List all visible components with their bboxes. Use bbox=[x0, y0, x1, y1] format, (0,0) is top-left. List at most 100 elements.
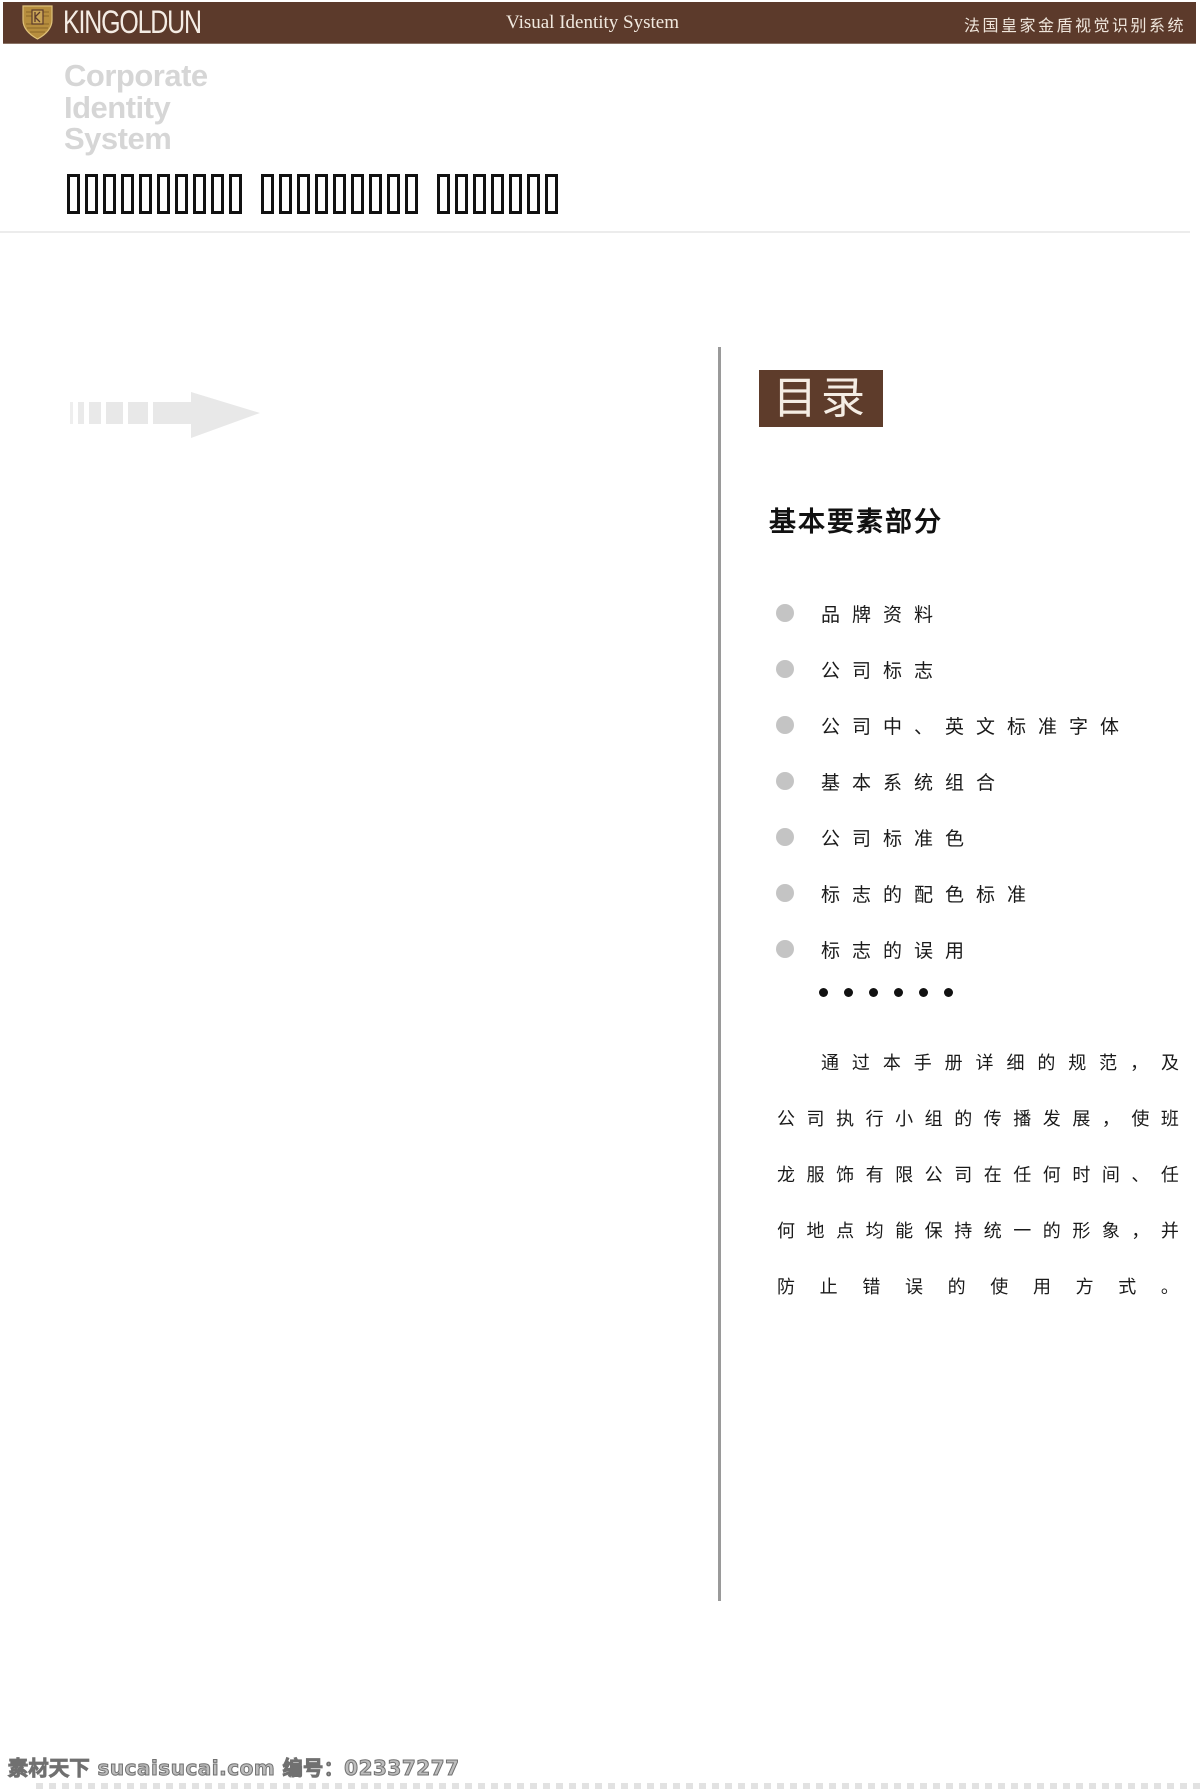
paragraph-char: 地 bbox=[806, 1221, 825, 1242]
missing-glyph-box bbox=[455, 174, 468, 214]
missing-glyph-box bbox=[297, 174, 310, 214]
paragraph-char: 班 bbox=[1160, 1109, 1179, 1130]
toc-badge: 目录 bbox=[759, 370, 883, 427]
paragraph-char: 规 bbox=[1068, 1053, 1087, 1074]
paragraph-char: 过 bbox=[851, 1053, 870, 1074]
missing-glyph-box bbox=[545, 174, 558, 214]
paragraph-char: 细 bbox=[1006, 1053, 1025, 1074]
paragraph-char: 误 bbox=[904, 1277, 923, 1298]
ellipsis-dot bbox=[944, 988, 953, 997]
missing-glyph-box bbox=[67, 174, 80, 214]
toc-item[interactable]: 基本系统组合 bbox=[776, 753, 1131, 809]
paragraph-char: 防 bbox=[777, 1277, 795, 1298]
paragraph-char: 错 bbox=[862, 1277, 881, 1298]
toc-item-label: 公司标准色 bbox=[821, 827, 977, 850]
header-center-title: Visual Identity System bbox=[506, 12, 680, 33]
missing-glyph-box bbox=[85, 174, 98, 214]
paragraph-char: 均 bbox=[865, 1221, 884, 1242]
site-watermark: 素材天下 sucaisucai.com 编号：02337277 bbox=[8, 1756, 460, 1781]
paragraph-char: 司 bbox=[954, 1165, 973, 1186]
vertical-rule bbox=[718, 347, 721, 1601]
section-heading: 基本要素部分 bbox=[769, 507, 943, 538]
title-word bbox=[67, 174, 242, 220]
paragraph-char: 在 bbox=[983, 1165, 1002, 1186]
toc-item[interactable]: 公司中、英文标准字体 bbox=[776, 697, 1131, 753]
missing-glyph-box bbox=[491, 174, 504, 214]
paragraph-char: ， bbox=[1131, 1221, 1150, 1242]
cis-line: System bbox=[64, 121, 172, 156]
cis-watermark-text: Corporate Identity System bbox=[64, 60, 208, 155]
paragraph-char: 发 bbox=[1042, 1109, 1061, 1130]
bullet-icon bbox=[776, 604, 794, 622]
paragraph-char: 任 bbox=[1160, 1165, 1179, 1186]
shield-logo-icon bbox=[22, 5, 53, 40]
paragraph-char: 有 bbox=[865, 1165, 884, 1186]
paragraph-line: 防 止 错 误 的 使 用 方 式 。 bbox=[777, 1258, 1179, 1314]
paragraph-char: 的 bbox=[947, 1277, 966, 1298]
paragraph-char: 服 bbox=[806, 1165, 825, 1186]
missing-glyph-box bbox=[261, 174, 274, 214]
ellipsis-dots bbox=[819, 988, 953, 997]
toc-list: 品牌资料 公司标志 公司中、英文标准字体 基本系统组合 公司标准色 标志的配色标… bbox=[776, 585, 1131, 977]
paragraph-char: 何 bbox=[777, 1221, 795, 1242]
toc-item[interactable]: 标志的误用 bbox=[776, 921, 1131, 977]
paragraph-char: 保 bbox=[924, 1221, 943, 1242]
intro-paragraph: 通过本手册详细的规范，及公司执行小组的传播发展，使班龙服饰有限公司在任何时间、任… bbox=[777, 1034, 1179, 1314]
toc-item[interactable]: 标志的配色标准 bbox=[776, 865, 1131, 921]
paragraph-char: 行 bbox=[865, 1109, 884, 1130]
ellipsis-dot bbox=[869, 988, 878, 997]
paragraph-char: 象 bbox=[1101, 1221, 1120, 1242]
paragraph-char: 本 bbox=[882, 1053, 901, 1074]
paragraph-char: 使 bbox=[1131, 1109, 1150, 1130]
paragraph-char: 播 bbox=[1013, 1109, 1032, 1130]
toc-item[interactable]: 品牌资料 bbox=[776, 585, 1131, 641]
ellipsis-dot bbox=[844, 988, 853, 997]
toc-item-label: 公司中、英文标准字体 bbox=[821, 715, 1132, 738]
missing-glyph-box bbox=[103, 174, 116, 214]
missing-glyph-box bbox=[351, 174, 364, 214]
paragraph-char: 组 bbox=[924, 1109, 943, 1130]
ellipsis-dot bbox=[919, 988, 928, 997]
missing-glyph-box bbox=[509, 174, 522, 214]
cis-line: Identity bbox=[64, 89, 171, 125]
ellipsis-dot bbox=[894, 988, 903, 997]
paragraph-char: 何 bbox=[1042, 1165, 1061, 1186]
paragraph-char: 执 bbox=[836, 1109, 855, 1130]
paragraph-char: 持 bbox=[954, 1221, 973, 1242]
paragraph-char: 、 bbox=[1131, 1165, 1150, 1186]
paragraph-char: 的 bbox=[1037, 1053, 1056, 1074]
paragraph-char: 间 bbox=[1101, 1165, 1120, 1186]
missing-glyph-box bbox=[121, 174, 134, 214]
paragraph-char: 公 bbox=[924, 1165, 943, 1186]
paragraph-char: 手 bbox=[913, 1053, 932, 1074]
bullet-icon bbox=[776, 716, 794, 734]
paragraph-char: 一 bbox=[1013, 1221, 1032, 1242]
bullet-icon bbox=[776, 772, 794, 790]
paragraph-char: 饰 bbox=[836, 1165, 855, 1186]
paragraph-char: 通 bbox=[821, 1053, 839, 1074]
paragraph-char: 及 bbox=[1160, 1053, 1179, 1074]
missing-glyph-box bbox=[387, 174, 400, 214]
paragraph-char: 形 bbox=[1072, 1221, 1091, 1242]
page-title-missing-glyphs bbox=[67, 174, 558, 220]
toc-item-label: 标志的误用 bbox=[821, 939, 977, 962]
paragraph-char: 的 bbox=[954, 1109, 973, 1130]
missing-glyph-box bbox=[405, 174, 418, 214]
paragraph-char: 时 bbox=[1072, 1165, 1091, 1186]
toc-item[interactable]: 公司标准色 bbox=[776, 809, 1131, 865]
paragraph-char: 能 bbox=[895, 1221, 914, 1242]
header-divider bbox=[0, 231, 1190, 233]
toc-item[interactable]: 公司标志 bbox=[776, 641, 1131, 697]
paragraph-char: 任 bbox=[1013, 1165, 1032, 1186]
missing-glyph-box bbox=[315, 174, 328, 214]
missing-glyph-box bbox=[279, 174, 292, 214]
paragraph-line: 何地点均能保持统一的形象 ， 并 bbox=[777, 1202, 1179, 1258]
dashed-arrow-right-icon bbox=[70, 392, 260, 438]
paragraph-char: 传 bbox=[983, 1109, 1002, 1130]
bullet-icon bbox=[776, 884, 794, 902]
paragraph-char: 方 bbox=[1075, 1277, 1094, 1298]
missing-glyph-box bbox=[437, 174, 450, 214]
paragraph-char: 展 bbox=[1072, 1109, 1091, 1130]
paragraph-char: ， bbox=[1130, 1053, 1149, 1074]
toc-item-label: 标志的配色标准 bbox=[821, 883, 1039, 906]
